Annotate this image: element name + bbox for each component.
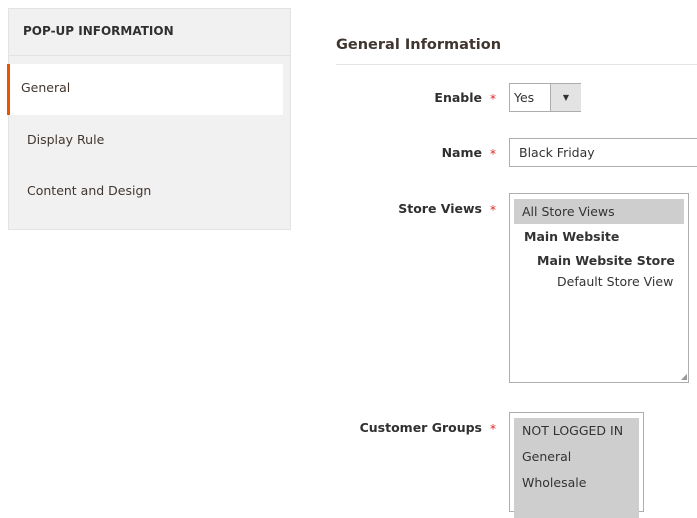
enable-select[interactable]: Yes ▼ [509,83,581,112]
option-group-main-website-store: Main Website Store [537,253,675,268]
divider [336,64,697,65]
option-group-main-website: Main Website [524,229,620,244]
required-marker: * [490,92,496,106]
option-default-store-view[interactable]: Default Store View [514,272,684,292]
required-marker: * [490,147,496,161]
required-marker: * [490,203,496,217]
name-label: Name [441,145,482,160]
sidebar-heading: POP-UP INFORMATION [9,9,290,56]
store-views-label: Store Views [398,201,482,216]
enable-value: Yes [514,90,535,105]
customer-groups-label: Customer Groups [359,420,482,435]
option-not-logged-in[interactable]: NOT LOGGED IN [514,418,639,444]
sidebar-item-content-and-design[interactable]: Content and Design [9,167,290,218]
sidebar-item-display-rule[interactable]: Display Rule [9,116,290,167]
option-wholesale[interactable]: Wholesale [514,470,639,496]
option-general[interactable]: General [514,444,639,470]
required-marker: * [490,422,496,436]
enable-label: Enable [434,90,482,105]
customer-groups-multiselect[interactable]: NOT LOGGED IN General Wholesale [509,412,644,518]
chevron-down-icon[interactable]: ▼ [550,84,581,111]
name-input[interactable]: Black Friday [509,138,697,167]
sidebar-item-general[interactable]: General [7,64,283,115]
section-title: General Information [336,37,502,53]
option-all-store-views[interactable]: All Store Views [514,199,684,224]
store-views-multiselect[interactable]: All Store Views Main Website Main Websit… [509,193,689,383]
resize-handle-icon[interactable]: ◢ [681,372,687,381]
